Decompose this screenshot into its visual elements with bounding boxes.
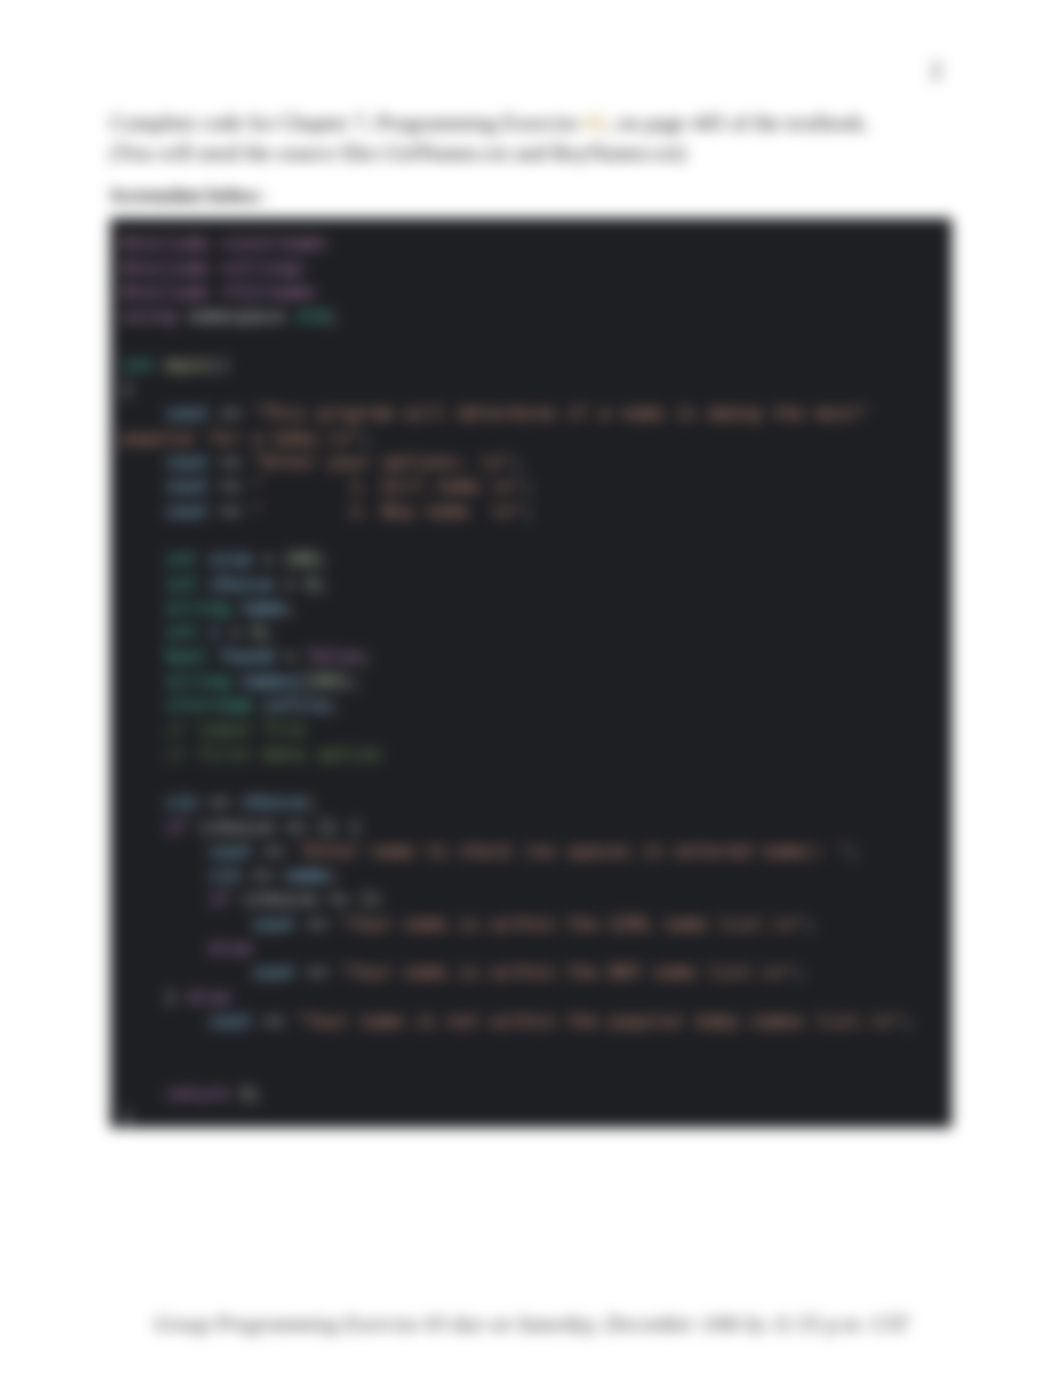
intro-exercise-number: #2 <box>584 110 606 135</box>
code-block: #include <iostream> #include <string> #i… <box>110 218 952 1128</box>
page-footer: Group Programming Exercise #3 due on Sat… <box>0 1311 1062 1337</box>
screenshot-caption: Screenshot below: <box>110 185 952 208</box>
code-editor-screenshot: #include <iostream> #include <string> #i… <box>110 218 952 1128</box>
intro-line2: (You will need the source files GirlName… <box>110 140 686 165</box>
intro-text-c: , on page 445 of the textbook. <box>606 110 869 135</box>
document-page: 2 Complete code for Chapter 7, Programmi… <box>0 0 1062 1377</box>
page-number: 2 <box>930 58 942 85</box>
intro-paragraph: Complete code for Chapter 7, Programming… <box>110 108 952 167</box>
intro-text-a: Complete code for Chapter 7, Programming… <box>110 110 584 135</box>
